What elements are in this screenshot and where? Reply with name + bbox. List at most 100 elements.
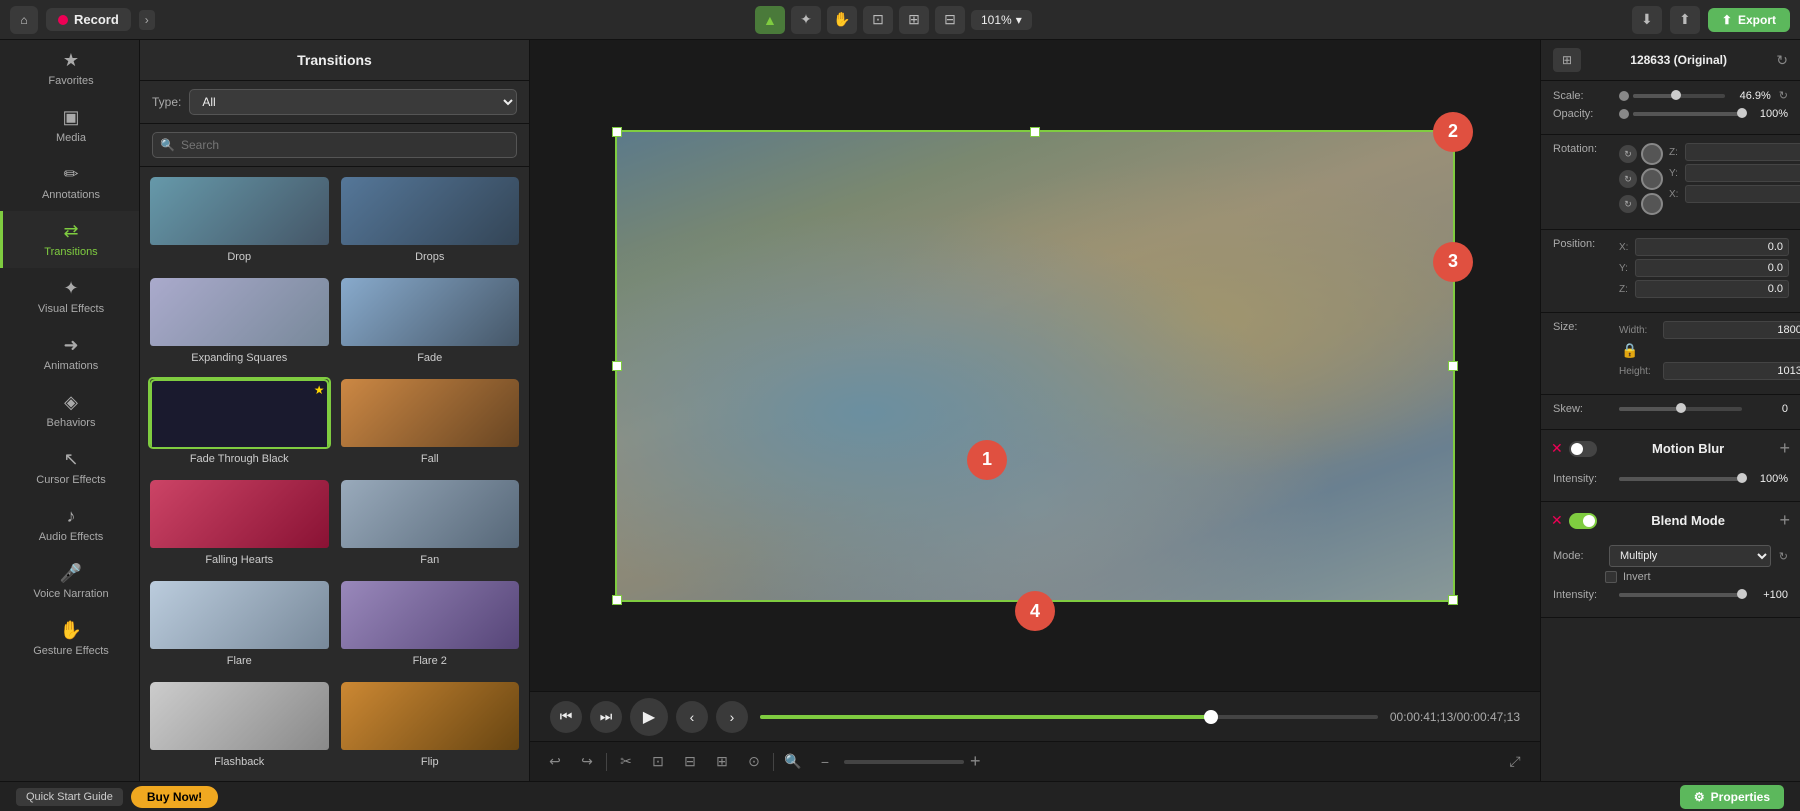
rot-y-btn[interactable]: ↻: [1619, 170, 1637, 188]
sidebar-item-voice-narration[interactable]: 🎤 Voice Narration: [0, 553, 139, 610]
export-button[interactable]: ⬆ Export: [1708, 8, 1790, 32]
sidebar-item-media[interactable]: ▣ Media: [0, 97, 139, 154]
handle-bottom-right[interactable]: [1448, 595, 1458, 605]
zoom-slider[interactable]: [844, 760, 964, 764]
paste-button[interactable]: ⊟: [677, 749, 703, 775]
rot-y-dial[interactable]: [1641, 168, 1663, 190]
badge-1[interactable]: 1: [967, 440, 1007, 480]
play-button[interactable]: ▶: [630, 698, 668, 736]
scale-slider[interactable]: [1633, 94, 1725, 98]
sidebar-item-visual-effects[interactable]: ✦ Visual Effects: [0, 268, 139, 325]
transition-flashback[interactable]: Flashback: [148, 680, 331, 773]
transition-fade[interactable]: Fade: [339, 276, 522, 369]
motion-blur-remove[interactable]: ✕: [1551, 440, 1563, 457]
step-back-button[interactable]: ⏭: [590, 701, 622, 733]
progress-thumb[interactable]: [1204, 710, 1218, 724]
snapshot-button[interactable]: ⊙: [741, 749, 767, 775]
transition-drop[interactable]: Drop: [148, 175, 331, 268]
mode-select[interactable]: Multiply: [1609, 545, 1771, 567]
sidebar-item-behaviors[interactable]: ◈ Behaviors: [0, 382, 139, 439]
layout-icon-btn[interactable]: ⊞: [1553, 48, 1581, 72]
transition-expanding-squares[interactable]: Expanding Squares: [148, 276, 331, 369]
badge-4[interactable]: 4: [1015, 591, 1055, 631]
breadcrumb-chevron[interactable]: ›: [139, 10, 155, 30]
blend-mode-add[interactable]: +: [1779, 510, 1790, 531]
quick-start-button[interactable]: Quick Start Guide: [16, 788, 123, 806]
rot-z-btn[interactable]: ↻: [1619, 145, 1637, 163]
transition-fan[interactable]: Fan: [339, 478, 522, 571]
sidebar-item-audio-effects[interactable]: ♪ Audio Effects: [0, 496, 139, 553]
pos-z-input[interactable]: [1635, 280, 1789, 298]
zoom-out-button[interactable]: 🔍: [780, 749, 806, 775]
transition-flip[interactable]: Flip: [339, 680, 522, 773]
search-input[interactable]: [152, 132, 517, 158]
motion-blur-add[interactable]: +: [1779, 438, 1790, 459]
rewind-button[interactable]: ⏮: [550, 701, 582, 733]
tool-layout[interactable]: ⊟: [935, 6, 965, 34]
height-input[interactable]: [1663, 362, 1800, 380]
home-button[interactable]: ⌂: [10, 6, 38, 34]
prev-clip-button[interactable]: ‹: [676, 701, 708, 733]
invert-checkbox[interactable]: [1605, 571, 1617, 583]
transition-drops[interactable]: Drops: [339, 175, 522, 268]
handle-bottom-left[interactable]: [612, 595, 622, 605]
skew-slider[interactable]: [1619, 407, 1742, 411]
rot-x-dial[interactable]: [1641, 193, 1663, 215]
sidebar-item-cursor-effects[interactable]: ↖ Cursor Effects: [0, 439, 139, 496]
zoom-plus-button[interactable]: +: [970, 751, 981, 772]
badge-2[interactable]: 2: [1433, 112, 1473, 152]
redo-button[interactable]: ↪: [574, 749, 600, 775]
zoom-control[interactable]: 101% ▾: [971, 10, 1032, 30]
sidebar-item-annotations[interactable]: ✏ Annotations: [0, 154, 139, 211]
blend-mode-toggle[interactable]: [1569, 513, 1597, 529]
sidebar-item-transitions[interactable]: ⇄ Transitions: [0, 211, 139, 268]
buy-now-button[interactable]: Buy Now!: [131, 786, 218, 808]
handle-top-left[interactable]: [612, 127, 622, 137]
rot-x-input[interactable]: [1685, 185, 1800, 203]
handle-mid-left[interactable]: [612, 361, 622, 371]
tool-crop[interactable]: ⊡: [863, 6, 893, 34]
tool-hand[interactable]: ✋: [827, 6, 857, 34]
expand-button[interactable]: ⤢: [1502, 749, 1528, 775]
transition-flare2[interactable]: Flare 2: [339, 579, 522, 672]
record-button[interactable]: Record: [46, 8, 131, 31]
download-button[interactable]: ⬇: [1632, 6, 1662, 34]
mb-intensity-slider[interactable]: [1619, 477, 1742, 481]
sidebar-item-gesture-effects[interactable]: ✋ Gesture Effects: [0, 610, 139, 667]
blend-refresh[interactable]: ↻: [1779, 550, 1788, 563]
blend-mode-remove[interactable]: ✕: [1551, 512, 1563, 529]
properties-button[interactable]: ⚙ Properties: [1680, 785, 1784, 809]
transition-fade-through-black[interactable]: ★ Fade Through Black: [148, 377, 331, 470]
pos-y-input[interactable]: [1635, 259, 1789, 277]
tool-frame[interactable]: ⊞: [899, 6, 929, 34]
progress-bar[interactable]: [760, 715, 1378, 719]
motion-blur-toggle[interactable]: [1569, 441, 1597, 457]
rot-z-dial[interactable]: [1641, 143, 1663, 165]
tool-select[interactable]: ▲: [755, 6, 785, 34]
scale-refresh[interactable]: ↻: [1779, 89, 1788, 102]
sidebar-item-favorites[interactable]: ★ Favorites: [0, 40, 139, 97]
opacity-slider[interactable]: [1633, 112, 1742, 116]
transition-falling-hearts[interactable]: Falling Hearts: [148, 478, 331, 571]
handle-mid-right[interactable]: [1448, 361, 1458, 371]
zoom-minus-button[interactable]: −: [812, 749, 838, 775]
cut-button[interactable]: ✂: [613, 749, 639, 775]
transition-flare[interactable]: Flare: [148, 579, 331, 672]
pos-x-input[interactable]: [1635, 238, 1789, 256]
rp-refresh-button[interactable]: ↻: [1776, 52, 1788, 69]
share-button[interactable]: ⬆: [1670, 6, 1700, 34]
blend-intensity-slider[interactable]: [1619, 593, 1742, 597]
width-input[interactable]: [1663, 321, 1800, 339]
sidebar-item-animations[interactable]: ➜ Animations: [0, 325, 139, 382]
badge-3[interactable]: 3: [1433, 242, 1473, 282]
copy-button[interactable]: ⊡: [645, 749, 671, 775]
transition-fall[interactable]: Fall: [339, 377, 522, 470]
rot-z-input[interactable]: [1685, 143, 1800, 161]
handle-top-mid[interactable]: [1030, 127, 1040, 137]
undo-button[interactable]: ↩: [542, 749, 568, 775]
next-clip-button[interactable]: ›: [716, 701, 748, 733]
type-select[interactable]: All: [189, 89, 517, 115]
tool-multi[interactable]: ✦: [791, 6, 821, 34]
group-button[interactable]: ⊞: [709, 749, 735, 775]
rot-x-btn[interactable]: ↻: [1619, 195, 1637, 213]
